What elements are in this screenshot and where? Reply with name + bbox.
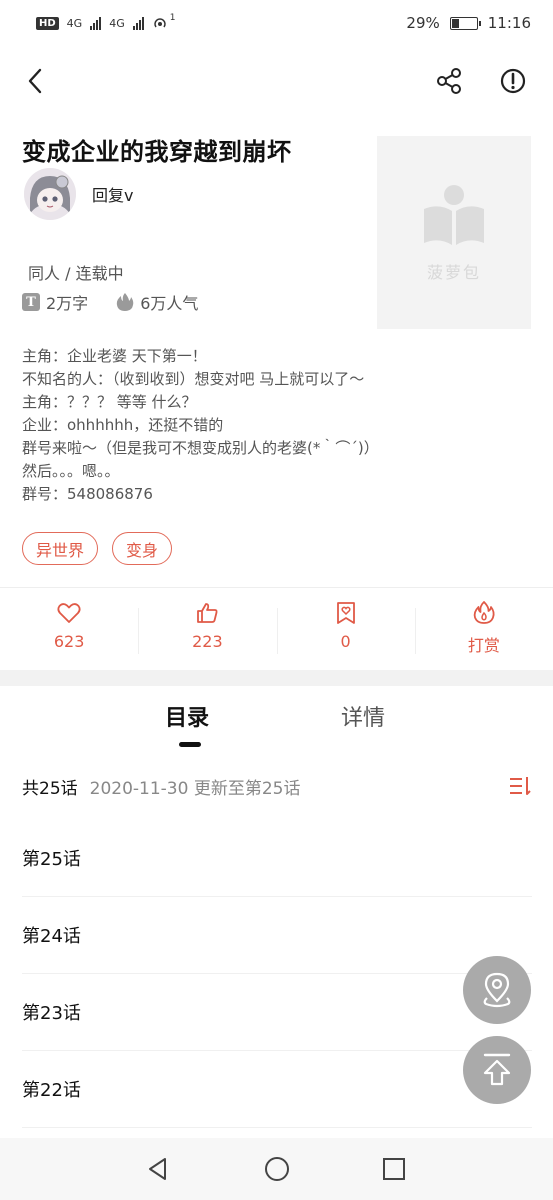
description-line: 群号来啦～（但是我可不想变成别人的老婆(*｀⌒´)）	[22, 439, 379, 457]
description-line: 主角：？？？ 等等 什么？	[22, 393, 197, 411]
author-row[interactable]: 回复v	[24, 168, 133, 220]
cover-brand: 菠萝包	[426, 262, 481, 282]
like-button[interactable]: 623	[0, 600, 138, 670]
system-home-icon[interactable]	[263, 1155, 291, 1183]
popularity: 6万人气	[140, 294, 199, 313]
tab-catalog[interactable]: 目录	[165, 700, 209, 732]
divider	[0, 587, 553, 588]
flame-icon	[473, 601, 495, 624]
tag-list: 异世界 变身	[22, 532, 173, 565]
upvote-button[interactable]: 223	[138, 600, 276, 670]
active-tab-indicator	[179, 742, 201, 747]
sort-icon[interactable]	[508, 774, 532, 798]
chapter-item[interactable]: 第24话	[22, 897, 532, 974]
chapter-item[interactable]: 第23话	[22, 974, 532, 1051]
description-line: 主角：企业老婆 天下第一！	[22, 347, 207, 365]
location-pin-icon	[483, 972, 511, 1008]
word-count: 2万字	[46, 294, 89, 313]
book-cover[interactable]: 菠萝包	[377, 136, 531, 329]
arrow-up-icon	[483, 1053, 511, 1086]
heart-icon	[57, 603, 81, 623]
chapter-item[interactable]: 第25话	[22, 820, 532, 897]
avatar-image	[24, 168, 76, 220]
share-icon[interactable]	[432, 64, 466, 98]
description-line: 企业：ohhhhhh，还挺不错的	[22, 416, 224, 434]
section-separator	[0, 670, 553, 686]
reward-button[interactable]: 打赏	[414, 600, 553, 670]
top-nav	[0, 56, 553, 106]
author-name[interactable]: 回复v	[92, 182, 133, 206]
signal-icon-2	[132, 16, 144, 30]
monthly-ticket-button[interactable]: 0	[276, 600, 415, 670]
description-line: 群号：548086876	[22, 485, 153, 503]
clock: 11:16	[487, 14, 531, 32]
locate-chapter-button[interactable]	[463, 956, 531, 1024]
text-count-icon: T	[22, 293, 40, 311]
flame-icon	[117, 293, 134, 311]
chapter-summary: 共25话 2020-11-30 更新至第25话	[22, 774, 532, 799]
tab-bar: 目录 详情	[0, 700, 553, 750]
scroll-to-top-button[interactable]	[463, 1036, 531, 1104]
tag-chip[interactable]: 异世界	[22, 532, 99, 565]
ticket-count: 0	[340, 632, 351, 651]
tab-details[interactable]: 详情	[341, 700, 385, 732]
network-4g-indicator: 4G	[66, 16, 83, 30]
author-avatar[interactable]	[24, 168, 76, 220]
book-description[interactable]: 主角：企业老婆 天下第一！ 不知名的人：（收到收到）想变对吧 马上就可以了～ 主…	[22, 345, 532, 506]
book-genre: 同人 / 连载中	[28, 264, 124, 283]
like-count: 623	[53, 632, 85, 651]
book-stats: T 2万字 6万人气	[22, 290, 198, 314]
last-updated: 2020-11-30 更新至第25话	[89, 779, 301, 799]
description-line: 不知名的人：（收到收到）想变对吧 马上就可以了～	[22, 370, 365, 388]
system-recents-icon[interactable]	[380, 1155, 408, 1183]
status-indicators: HD 4G 4G 1	[36, 13, 176, 31]
network-4g-indicator-2: 4G	[109, 16, 125, 30]
system-nav-bar	[0, 1138, 553, 1200]
bookmark-ticket-icon	[336, 602, 355, 624]
report-icon[interactable]	[496, 64, 530, 98]
chapter-item[interactable]: 第22话	[22, 1051, 532, 1128]
system-back-icon[interactable]	[144, 1155, 172, 1183]
tag-chip[interactable]: 变身	[112, 532, 173, 565]
chapter-count: 共25话	[22, 779, 78, 799]
reward-label: 打赏	[467, 636, 500, 655]
chapter-list: 第25话 第24话 第23话 第22话	[22, 820, 532, 1128]
description-line: 然后。。。嗯。。	[22, 462, 120, 480]
status-bar: HD 4G 4G 1 29% 11:16	[0, 0, 553, 46]
cover-placeholder-icon	[424, 184, 484, 245]
thumbs-up-icon	[197, 603, 218, 623]
back-icon[interactable]	[20, 64, 54, 98]
book-title: 变成企业的我穿越到崩坏	[22, 138, 292, 166]
hd-indicator: HD	[36, 16, 59, 30]
action-bar: 623 223 0 打赏	[0, 600, 553, 670]
signal-icon	[90, 16, 102, 30]
battery-percent: 29%	[406, 14, 440, 32]
hotspot-icon	[154, 18, 166, 28]
upvote-count: 223	[192, 632, 223, 651]
battery-icon	[449, 16, 481, 30]
hotspot-count: 1	[169, 13, 176, 23]
